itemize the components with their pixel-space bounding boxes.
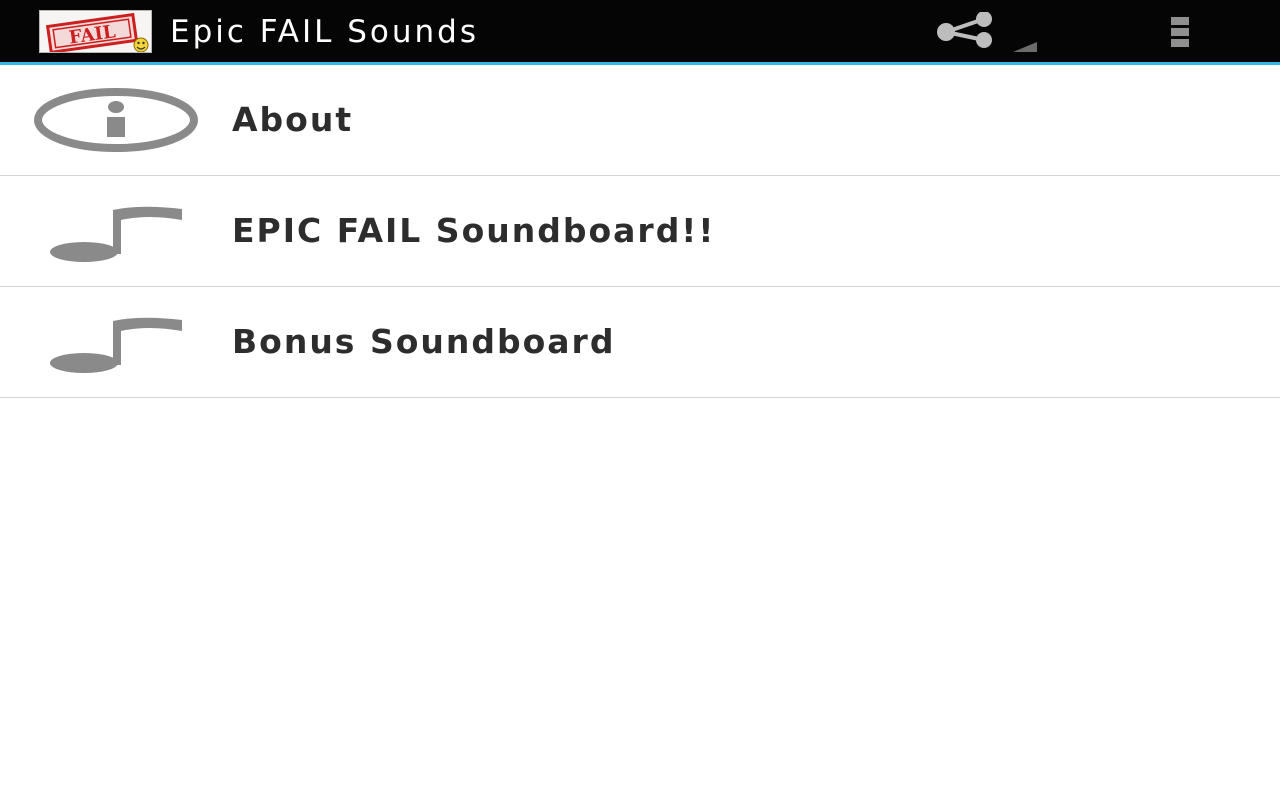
item-label: Bonus Soundboard <box>232 322 616 361</box>
action-bar: FAIL Epic FAIL Sounds <box>0 0 1280 65</box>
menu-list: About EPIC FAIL Soundboard!! Bonus Sound… <box>0 65 1280 398</box>
music-note-icon <box>30 198 202 264</box>
list-item-bonus-soundboard[interactable]: Bonus Soundboard <box>0 287 1280 398</box>
info-icon <box>30 87 202 153</box>
overflow-menu-icon <box>1150 17 1210 56</box>
list-item-about[interactable]: About <box>0 65 1280 176</box>
share-button[interactable] <box>930 11 1040 56</box>
item-label: About <box>232 100 354 139</box>
app-logo-icon[interactable]: FAIL <box>39 10 152 53</box>
item-label: EPIC FAIL Soundboard!! <box>232 211 716 250</box>
overflow-menu-button[interactable] <box>1150 12 1210 52</box>
music-note-icon <box>30 309 202 375</box>
app-title: Epic FAIL Sounds <box>170 14 480 50</box>
app-screen: FAIL Epic FAIL Sounds About EPIC FAIL So… <box>0 0 1280 800</box>
share-icon <box>930 11 1040 60</box>
list-item-epic-fail-soundboard[interactable]: EPIC FAIL Soundboard!! <box>0 176 1280 287</box>
